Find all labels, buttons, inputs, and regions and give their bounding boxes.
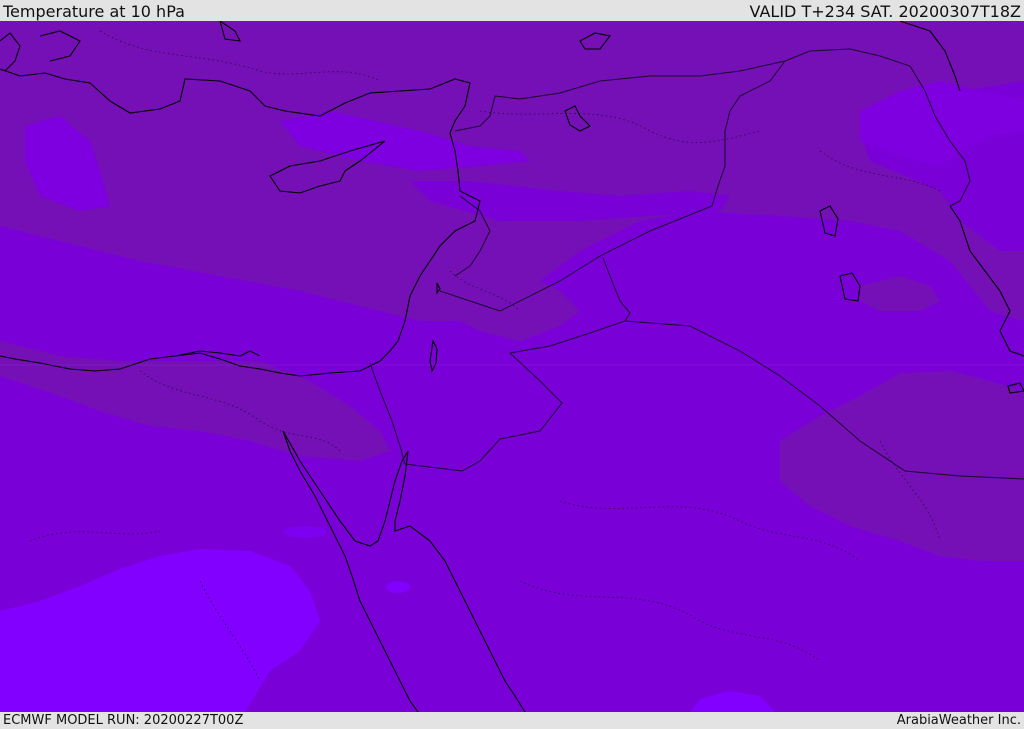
valid-time-label: VALID T+234 SAT. 20200307T18Z [749, 2, 1021, 21]
temperature-pocket-sinai [283, 526, 327, 538]
temperature-pocket-redsea [386, 581, 410, 593]
credit-label: ArabiaWeather Inc. [896, 713, 1021, 728]
footer-bar: ECMWF MODEL RUN: 20200227T00Z ArabiaWeat… [0, 712, 1024, 729]
header-bar: Temperature at 10 hPa VALID T+234 SAT. 2… [0, 0, 1024, 21]
temperature-map [0, 21, 1024, 712]
model-run-label: ECMWF MODEL RUN: 20200227T00Z [3, 713, 244, 728]
map-title: Temperature at 10 hPa [3, 2, 185, 21]
